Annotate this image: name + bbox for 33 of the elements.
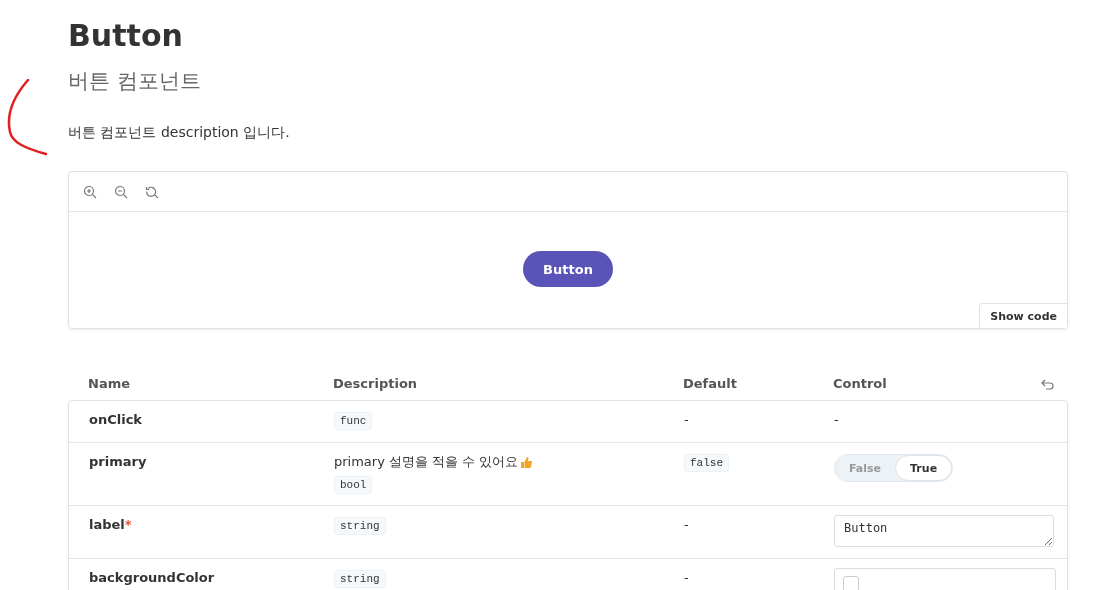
zoom-in-icon[interactable] (83, 184, 97, 199)
type-tag: bool (334, 476, 373, 494)
prop-name: label (89, 517, 125, 532)
preview-button[interactable]: Button (523, 251, 613, 287)
default-value-code: false (684, 454, 729, 472)
default-value: - (684, 412, 689, 427)
zoom-out-icon[interactable] (114, 184, 128, 199)
page-subtitle: 버튼 컴포넌트 (68, 68, 202, 95)
reset-zoom-icon[interactable] (145, 184, 159, 199)
default-value: - (684, 570, 689, 585)
type-tag: string (334, 570, 386, 588)
type-tag: func (334, 412, 373, 430)
prop-name: backgroundColor (89, 570, 215, 585)
show-code-button[interactable]: Show code (979, 303, 1067, 328)
page-description: 버튼 컴포넌트 description 입니다. (68, 123, 291, 142)
thumbs-up-icon (520, 455, 533, 469)
toggle-option[interactable]: True (895, 455, 953, 481)
column-header: Name (88, 375, 130, 391)
prop-name: onClick (89, 412, 142, 427)
type-tag: string (334, 517, 386, 535)
column-header: Description (333, 375, 418, 391)
column-header: Control (833, 375, 887, 391)
control-value: - (834, 412, 839, 427)
required-mark: * (124, 517, 132, 532)
prop-description: primary 설명을 적을 수 있어요 (334, 454, 519, 470)
prop-name: primary (89, 454, 147, 469)
page-title: Button (68, 17, 184, 55)
boolean-toggle[interactable]: False True (834, 454, 954, 482)
text-input[interactable]: Button (834, 515, 1054, 547)
undo-icon[interactable] (1041, 379, 1054, 390)
color-swatch-icon (843, 576, 859, 590)
default-value: - (684, 517, 689, 532)
column-header: Default (683, 375, 737, 391)
